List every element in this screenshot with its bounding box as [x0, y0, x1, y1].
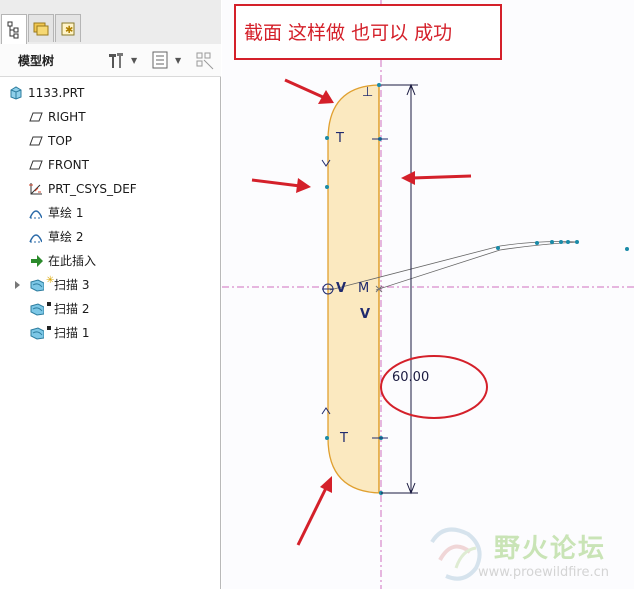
midpoint-constraint-label: M: [358, 281, 370, 296]
annotation-text: 截面 这样做 也可以 成功: [244, 22, 453, 44]
sketch-graphics: [222, 0, 634, 589]
arrow-bottom: [296, 487, 328, 546]
watermark-logo: [430, 527, 482, 581]
dimension-value[interactable]: 60.00: [392, 370, 429, 385]
tangent-constraint-label-bottom: T: [340, 431, 348, 446]
perpendicular-constraint-label: ⊥: [362, 85, 374, 100]
trajectory-points: [496, 240, 629, 251]
tangent-constraint-label-top: T: [336, 131, 344, 146]
vertical-constraint-label: V: [336, 281, 347, 296]
arrow-right: [411, 174, 472, 180]
watermark-title: 野火论坛: [494, 534, 607, 564]
highlight-ellipse: [380, 355, 488, 419]
arrow-top-left: [284, 78, 326, 100]
arrow-mid-left: [251, 178, 301, 188]
trajectory-line-lower: [375, 241, 579, 291]
watermark-url: www.proewildfire.cn: [478, 565, 609, 580]
annotation-box: 截面 这样做 也可以 成功: [234, 4, 502, 60]
vertical-constraint-label-lower: V: [360, 307, 371, 322]
dimension-60[interactable]: [381, 83, 418, 495]
